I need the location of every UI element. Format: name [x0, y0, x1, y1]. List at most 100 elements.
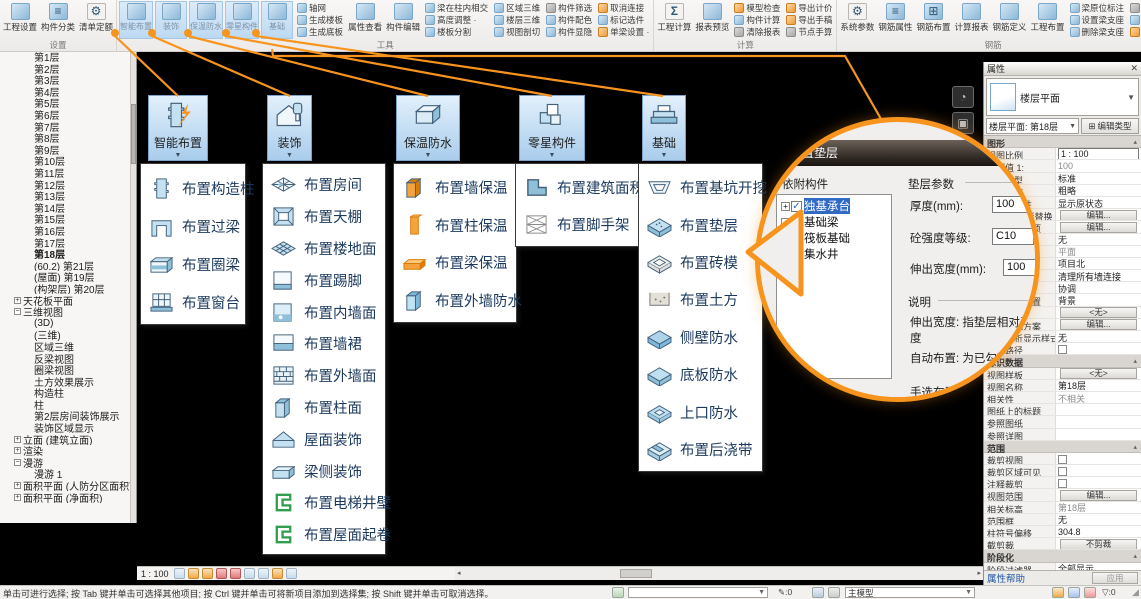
menu-item-布置脚手架[interactable]: 布置脚手架 — [516, 206, 640, 243]
ribbon-button-构件编辑[interactable]: 构件编辑 — [385, 1, 421, 39]
worksharing-display-icon[interactable] — [272, 568, 283, 579]
ribbon-button-保温防水[interactable]: 保温防水 — [189, 1, 223, 39]
ribbon-button-属性查看[interactable]: 属性查看 — [347, 1, 383, 39]
ribbon-item-模型检查[interactable]: 模型检查 — [734, 3, 780, 14]
property-value[interactable]: 100 — [1056, 160, 1141, 171]
horizontal-scrollbar[interactable]: ◂ ▸ — [455, 566, 983, 580]
tree-item-反梁视图[interactable]: 反梁视图 — [0, 352, 130, 364]
menu-header-智能布置[interactable]: 智能布置▼ — [148, 95, 208, 161]
checkbox[interactable]: ✓ — [791, 233, 802, 244]
property-value[interactable]: 粗略 — [1056, 185, 1141, 196]
press-drag-icon[interactable] — [1068, 587, 1080, 598]
ribbon-button-装饰[interactable]: 装饰 — [155, 1, 187, 39]
menu-item-布置构造柱[interactable]: 布置构造柱 — [141, 169, 245, 207]
expand-icon[interactable]: + — [14, 482, 21, 489]
tree-item-(三维)[interactable]: (三维) — [0, 329, 130, 341]
ribbon-item-楼层三维[interactable]: 楼层三维 — [494, 15, 540, 26]
tree-item-第11层[interactable]: 第11层 — [0, 167, 130, 179]
collapse-icon[interactable]: ▴ — [1133, 550, 1141, 561]
scrollbar-thumb[interactable] — [620, 569, 652, 578]
select-links-icon[interactable] — [1084, 587, 1096, 598]
dialog-tree-item-独基承台[interactable]: +✓独基承台 — [781, 198, 891, 214]
menu-item-屋面装饰[interactable]: 屋面装饰 — [263, 423, 385, 455]
menu-item-布置柱面[interactable]: 布置柱面 — [263, 392, 385, 424]
ribbon-button-计算报表[interactable]: 计算报表 — [953, 1, 989, 39]
property-button[interactable]: <无> — [1060, 368, 1137, 379]
temporary-hide-icon[interactable] — [244, 568, 255, 579]
menu-item-上口防水[interactable]: 上口防水 — [639, 393, 762, 430]
property-button[interactable]: 编辑... — [1060, 210, 1137, 221]
type-selector[interactable]: 楼层平面 ▼ — [986, 78, 1139, 116]
menu-item-布置梁保温[interactable]: 布置梁保温 — [394, 244, 516, 282]
menu-item-梁侧装饰[interactable]: 梁侧装饰 — [263, 455, 385, 487]
checkbox[interactable]: ✓ — [791, 217, 802, 228]
ribbon-item-·[interactable]: · — [1130, 15, 1141, 26]
ribbon-item-梁原位标注[interactable]: 梁原位标注 — [1070, 3, 1125, 14]
property-value[interactable]: 不相关 — [1056, 392, 1141, 403]
ribbon-button-工程布置[interactable]: 工程布置 — [1029, 1, 1065, 39]
property-value[interactable]: 显示原状态 — [1056, 197, 1141, 208]
ribbon-item-删除梁支座[interactable]: 删除梁支座 — [1070, 27, 1125, 38]
menu-item-布置踢脚[interactable]: 布置踢脚 — [263, 264, 385, 296]
property-section-范围[interactable]: 范围▴ — [984, 441, 1141, 453]
checkbox[interactable] — [1058, 467, 1067, 476]
property-value[interactable]: 清理所有墙连接 — [1056, 270, 1141, 281]
tree-item-第2层[interactable]: 第2层 — [0, 62, 130, 74]
menu-item-布置窗台[interactable]: 布置窗台 — [141, 283, 245, 321]
ribbon-button-清单定额[interactable]: ⚙清单定额 — [78, 1, 114, 39]
property-input[interactable]: 1 : 100 — [1058, 148, 1139, 159]
instance-selector[interactable]: 楼层平面: 第18层 ▼ — [986, 118, 1079, 134]
property-value[interactable]: 第18层 — [1056, 502, 1141, 513]
checkbox[interactable] — [1058, 455, 1067, 464]
ribbon-item-生成底板[interactable]: 生成底板 — [297, 27, 343, 38]
ribbon-button-工程计算[interactable]: Σ工程计算 — [656, 1, 692, 39]
tree-item-面积平面 (人防分区面积)[interactable]: +面积平面 (人防分区面积) — [0, 480, 130, 492]
tree-item-第3层[interactable]: 第3层 — [0, 74, 130, 86]
tree-item-立面 (建筑立面)[interactable]: +立面 (建筑立面) — [0, 433, 130, 445]
property-value[interactable]: 304.8 — [1056, 526, 1141, 537]
ribbon-item-区域三维[interactable]: 区域三维 — [494, 3, 540, 14]
editing-requests-count[interactable]: ✎:0 — [778, 587, 792, 598]
checkbox[interactable]: ✓ — [791, 249, 802, 260]
collapse-icon[interactable]: − — [14, 459, 21, 466]
property-button[interactable]: 编辑... — [1060, 222, 1137, 233]
property-value[interactable]: 项目北 — [1056, 258, 1141, 269]
ribbon-item-节点手算[interactable]: 节点手算 — [786, 27, 832, 38]
menu-item-布置外墙面[interactable]: 布置外墙面 — [263, 360, 385, 392]
ribbon-item-构件配色[interactable]: 构件配色 — [546, 15, 592, 26]
property-value[interactable]: 无 — [1056, 514, 1141, 525]
properties-help-link[interactable]: 属性帮助 — [987, 571, 1025, 585]
expand-icon[interactable]: + — [14, 436, 21, 443]
ribbon-item-导出手稿[interactable]: 导出手稿 — [786, 15, 832, 26]
ribbon-item-标记选件[interactable]: 标记选件 — [598, 15, 649, 26]
menu-item-布置圈梁[interactable]: 布置圈梁 — [141, 245, 245, 283]
active-option-icon[interactable] — [828, 587, 840, 598]
dialog-title-bar[interactable]: 布置垫层 — [760, 140, 1035, 166]
browser-scrollbar[interactable] — [130, 14, 136, 523]
shadows-icon[interactable] — [202, 568, 213, 579]
ribbon-button-工程设置[interactable]: 工程设置 — [2, 1, 38, 39]
menu-item-布置砖模[interactable]: 布置砖模 — [639, 244, 762, 281]
expand-icon[interactable]: + — [781, 202, 790, 211]
tree-item-(构架层) 第20层[interactable]: (构架层) 第20层 — [0, 283, 130, 295]
tree-item-第2层房间装饰展示[interactable]: 第2层房间装饰展示 — [0, 410, 130, 422]
collapse-icon[interactable]: ▴ — [1133, 355, 1141, 366]
collapse-icon[interactable]: − — [14, 308, 21, 315]
ribbon-button-基础[interactable]: 基础 — [261, 1, 293, 39]
ribbon-button-智能布置[interactable]: 智能布置 — [119, 1, 153, 39]
field-input-砼强度等级:[interactable]: C10 — [992, 228, 1034, 245]
property-value[interactable]: 第18层 — [1056, 380, 1141, 391]
expand-icon[interactable]: + — [14, 297, 21, 304]
property-button[interactable]: 不剪裁 — [1060, 539, 1137, 550]
property-section-阶段化[interactable]: 阶段化▴ — [984, 550, 1141, 562]
tree-item-(60.2) 第21层[interactable]: (60.2) 第21层 — [0, 259, 130, 271]
ribbon-item-单梁设置 ·[interactable]: 单梁设置 · — [598, 27, 649, 38]
ribbon-item-设置梁支座[interactable]: 设置梁支座 — [1070, 15, 1125, 26]
menu-item-布置后浇带[interactable]: 布置后浇带 — [639, 431, 762, 468]
menu-header-保温防水[interactable]: 保温防水▼ — [396, 95, 460, 161]
checkbox[interactable] — [1058, 345, 1067, 354]
menu-item-布置楼地面[interactable]: 布置楼地面 — [263, 233, 385, 265]
menu-item-布置电梯井壁[interactable]: 布置电梯井壁 — [263, 487, 385, 519]
ribbon-item-楼板分割[interactable]: 楼板分割 — [425, 27, 488, 38]
menu-header-基础[interactable]: 基础▼ — [642, 95, 686, 161]
